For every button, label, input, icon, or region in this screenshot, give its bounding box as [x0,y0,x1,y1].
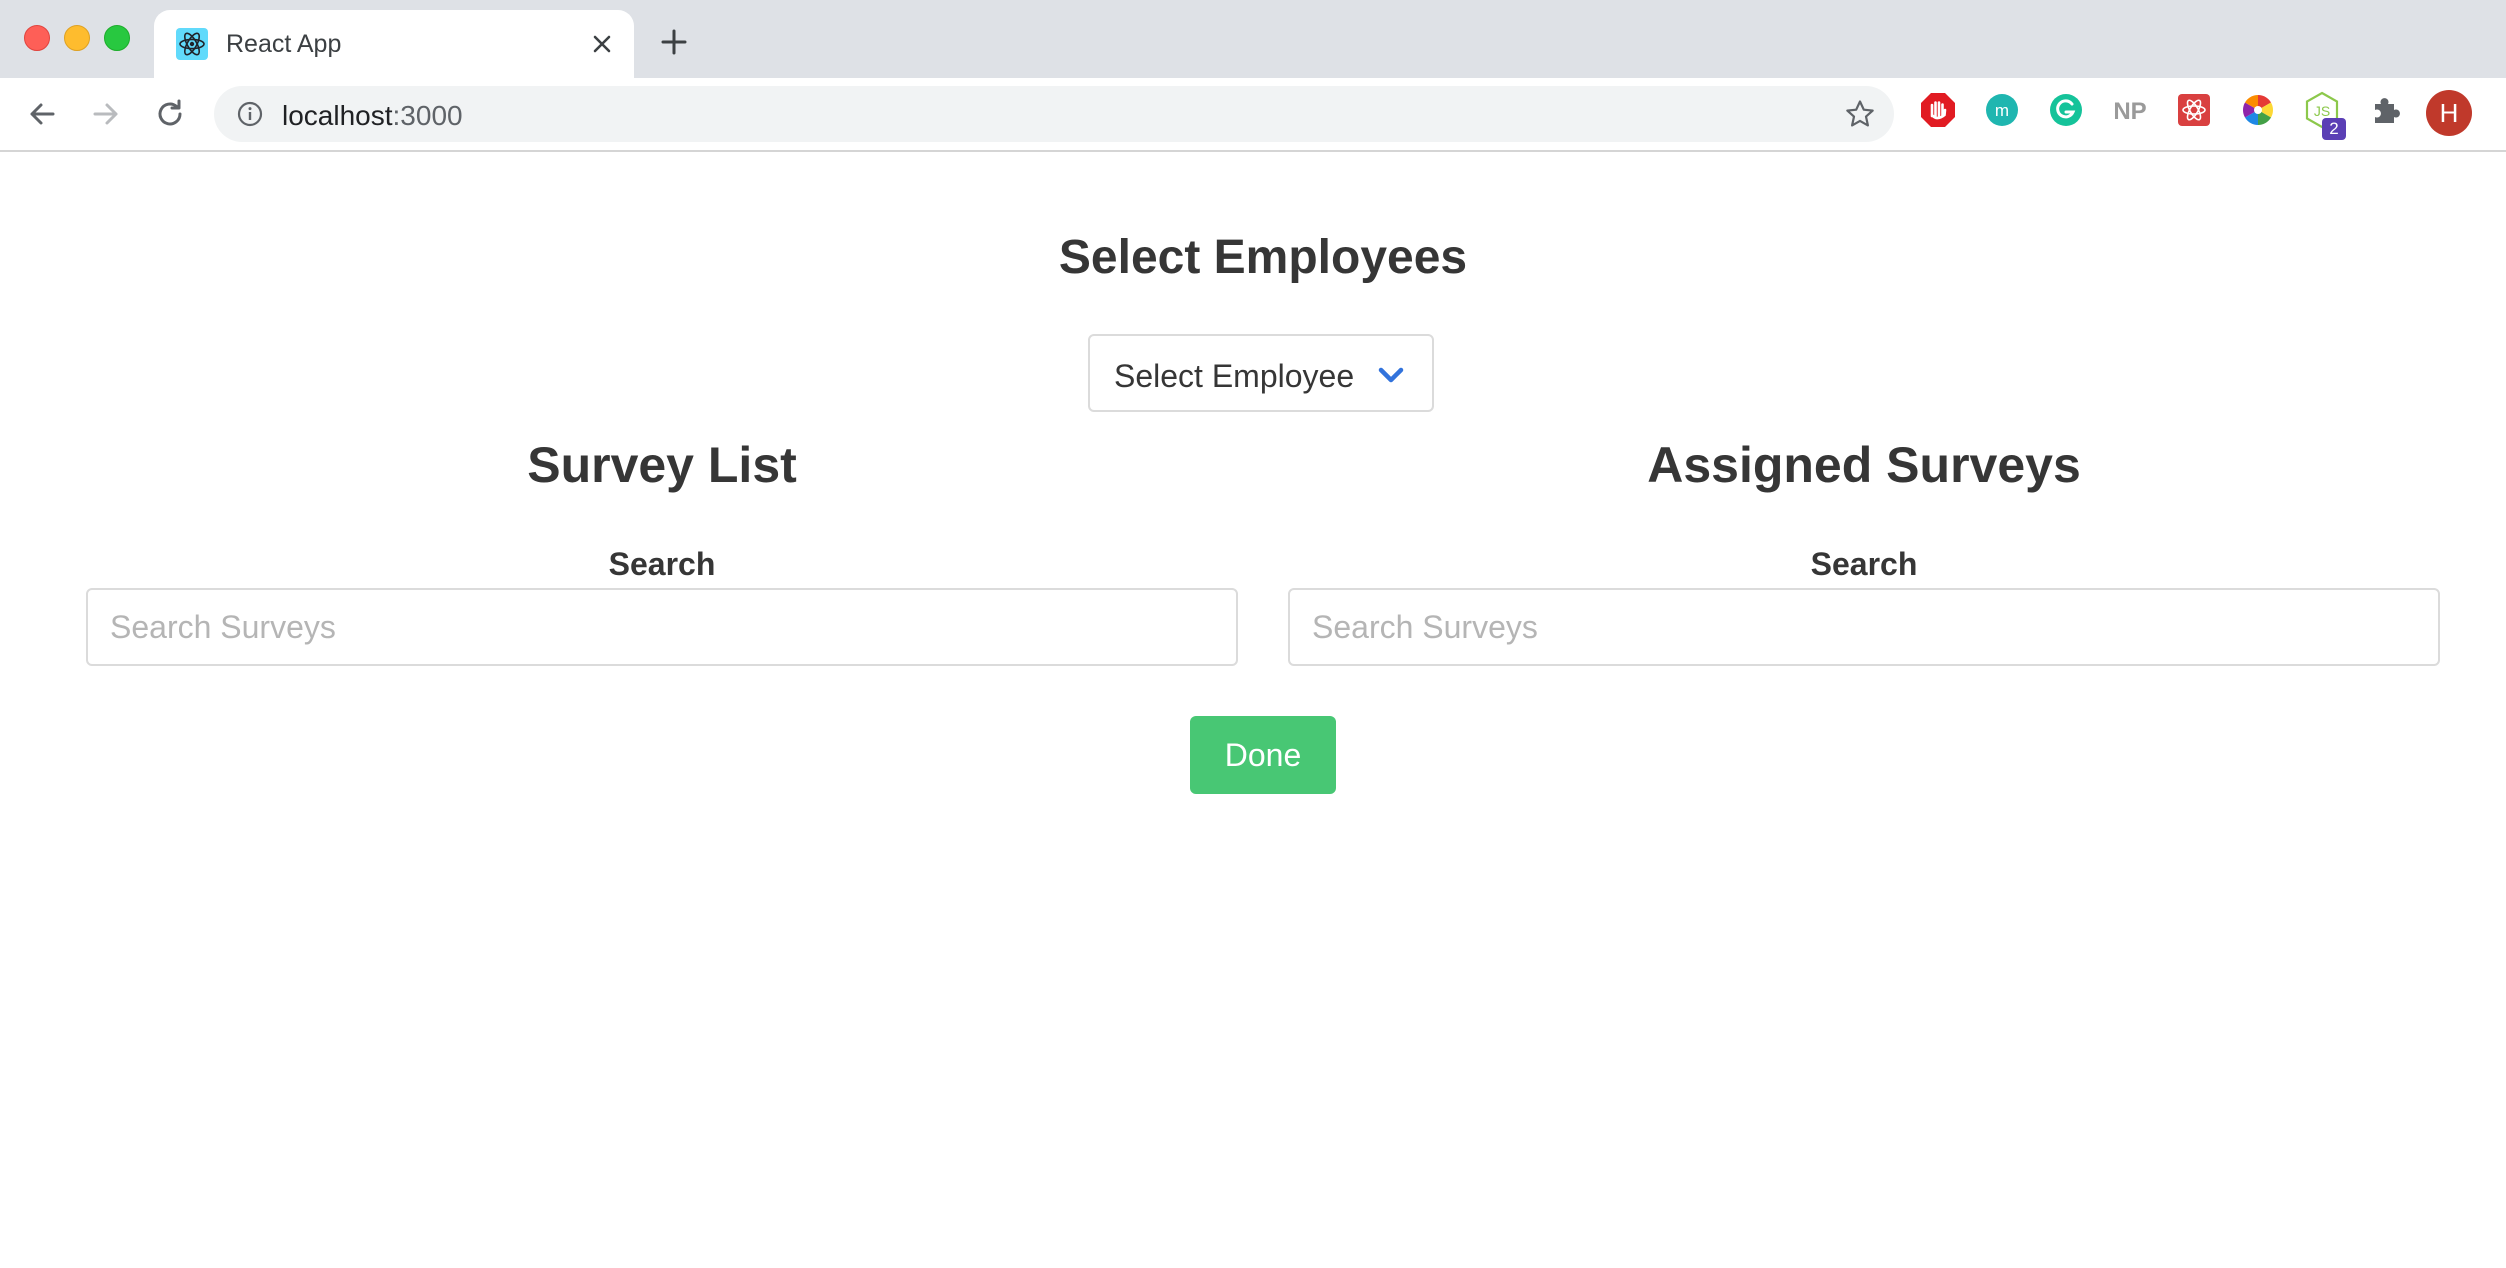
close-window-button[interactable] [24,25,50,51]
done-button[interactable]: Done [1190,716,1336,794]
forward-arrow-icon[interactable] [88,96,124,132]
np-extension-icon[interactable]: NP [2110,90,2150,130]
browser-toolbar: localhost:3000 m NP JS [0,78,2506,152]
puzzle-extensions-icon[interactable] [2366,90,2406,130]
grammarly-icon[interactable] [2046,90,2086,130]
svg-text:JS: JS [2314,103,2330,119]
profile-avatar[interactable]: H [2426,90,2472,136]
url-port: :3000 [392,100,463,131]
browser-tab-bar: React App [0,0,2506,78]
svg-text:m: m [1995,101,2009,120]
react-icon [176,28,208,60]
address-bar[interactable]: localhost:3000 [214,86,1894,142]
svg-text:NP: NP [2113,98,2146,125]
color-picker-icon[interactable] [2238,90,2278,130]
info-icon[interactable] [236,100,264,128]
employee-select[interactable]: Select Employee [1088,334,1434,412]
new-tab-icon[interactable] [658,26,690,58]
url-text[interactable]: localhost:3000 [282,100,463,132]
assigned-surveys-search-input[interactable] [1288,588,2440,666]
adblock-icon[interactable] [1918,90,1958,130]
bookmark-star-icon[interactable] [1844,98,1876,130]
back-arrow-icon[interactable] [24,96,60,132]
browser-tab[interactable]: React App [154,10,634,78]
m-extension-icon[interactable]: m [1982,90,2022,130]
assigned-surveys-search-label: Search [1810,546,1918,582]
react-devtools-icon[interactable] [2174,90,2214,130]
survey-list-title: Survey List [527,437,797,493]
minimize-window-button[interactable] [64,25,90,51]
survey-list-search-label: Search [608,546,716,582]
assigned-surveys-title: Assigned Surveys [1647,437,2081,493]
maximize-window-button[interactable] [104,25,130,51]
survey-list-search-input[interactable] [86,588,1238,666]
chevron-down-icon [1378,367,1404,383]
extension-badge: 2 [2322,118,2346,140]
reload-icon[interactable] [152,96,188,132]
page-title: Select Employees [1058,231,1468,284]
employee-select-value: Select Employee [1114,358,1355,394]
tab-title: React App [226,30,342,58]
close-tab-icon[interactable] [586,28,618,60]
url-host: localhost [282,100,393,131]
